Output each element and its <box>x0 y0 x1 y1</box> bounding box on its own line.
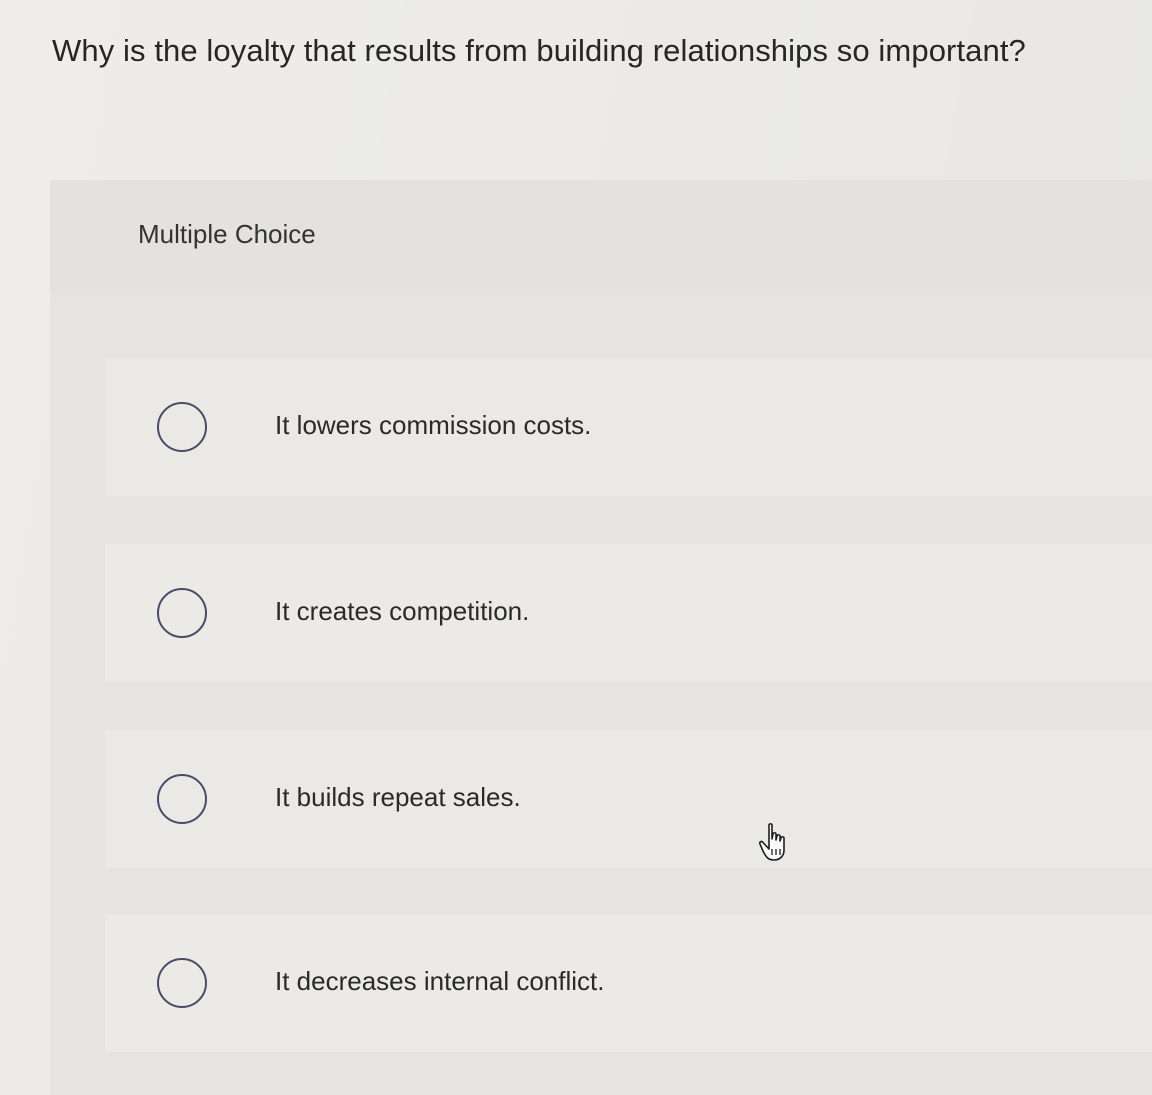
radio-unselected-icon[interactable] <box>157 958 207 1008</box>
choice-option-2[interactable]: It creates competition. <box>105 544 1152 682</box>
multiple-choice-header: Multiple Choice <box>50 180 1152 292</box>
multiple-choice-label: Multiple Choice <box>138 219 316 249</box>
choice-label: It decreases internal conflict. <box>275 966 605 996</box>
radio-unselected-icon[interactable] <box>157 774 207 824</box>
multiple-choice-panel: Multiple Choice It lowers commission cos… <box>50 180 1152 1095</box>
choice-option-3[interactable]: It builds repeat sales. <box>105 730 1152 868</box>
hand-pointer-icon <box>758 823 785 861</box>
choice-label: It lowers commission costs. <box>275 410 592 440</box>
radio-unselected-icon[interactable] <box>157 588 207 638</box>
choice-label: It builds repeat sales. <box>275 782 521 812</box>
radio-unselected-icon[interactable] <box>157 402 207 452</box>
choice-label: It creates competition. <box>275 596 530 626</box>
choice-option-1[interactable]: It lowers commission costs. <box>105 358 1152 496</box>
choice-option-4[interactable]: It decreases internal conflict. <box>105 914 1152 1052</box>
question-text: Why is the loyalty that results from bui… <box>52 33 1026 68</box>
